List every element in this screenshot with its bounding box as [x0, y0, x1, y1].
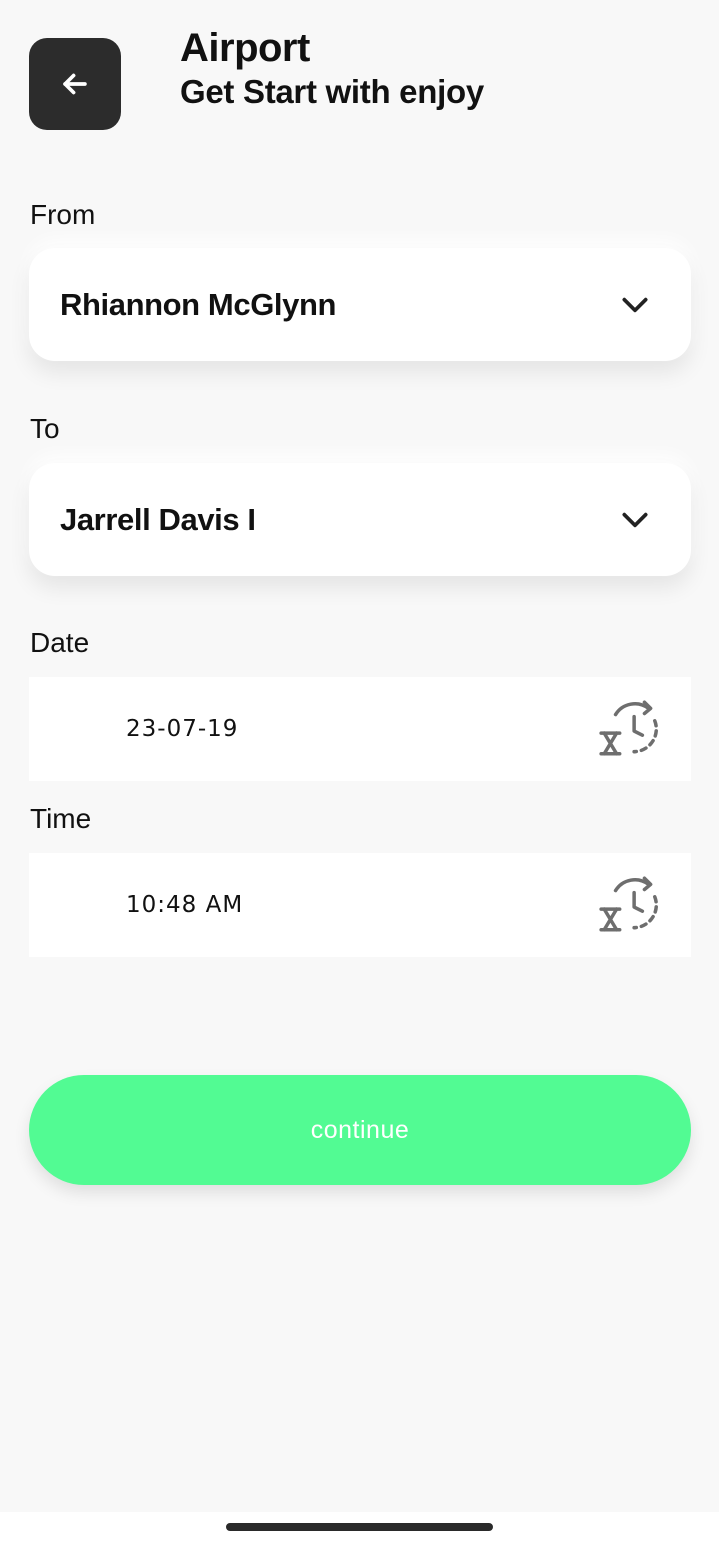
arrow-left-icon [63, 73, 87, 95]
to-label: To [30, 413, 60, 444]
time-value: 10:48 AM [126, 892, 244, 918]
chevron-down-icon [622, 297, 648, 312]
home-indicator[interactable] [226, 1523, 493, 1531]
from-label: From [30, 199, 96, 230]
from-value: Rhiannon McGlynn [60, 286, 337, 322]
date-field[interactable]: 23-07-19 [29, 677, 691, 781]
airport-booking-screen: Airport Get Start with enjoy From Rhiann… [0, 0, 719, 1542]
back-button[interactable] [29, 38, 121, 130]
continue-label: continue [310, 1115, 410, 1144]
page-title: Airport [180, 26, 310, 70]
header: Airport Get Start with enjoy [180, 26, 484, 114]
to-dropdown[interactable]: Jarrell Davis I [29, 463, 691, 576]
chevron-down-icon [622, 512, 648, 527]
from-dropdown[interactable]: Rhiannon McGlynn [29, 248, 691, 361]
date-value: 23-07-19 [126, 716, 239, 742]
time-label: Time [30, 803, 92, 834]
history-clock-icon[interactable] [597, 872, 663, 938]
time-field[interactable]: 10:48 AM [29, 853, 691, 957]
continue-button[interactable]: continue [29, 1075, 691, 1185]
history-clock-icon[interactable] [597, 696, 663, 762]
to-value: Jarrell Davis I [60, 501, 256, 537]
page-subtitle: Get Start with enjoy [180, 73, 484, 110]
date-label: Date [30, 627, 90, 658]
